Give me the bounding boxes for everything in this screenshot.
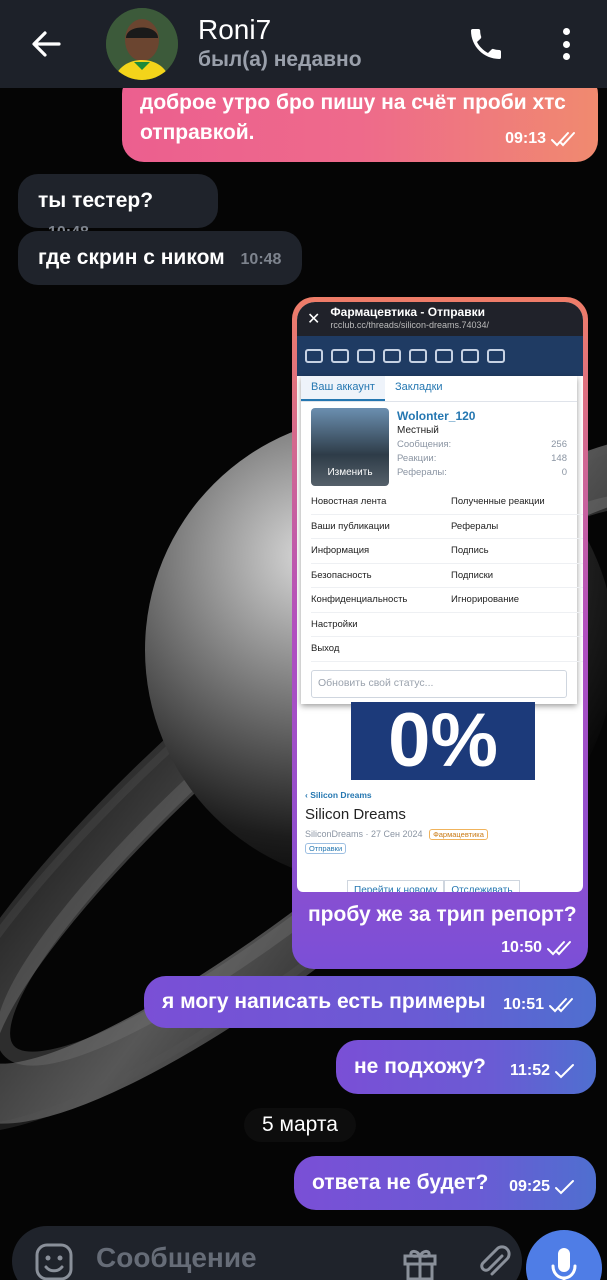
account-icon: [331, 349, 349, 363]
stat-row: Рефералы: 0: [397, 467, 567, 478]
message-text: пробу же за трип репорт?: [308, 903, 577, 926]
wallet-icon: [409, 349, 427, 363]
gift-icon: [403, 1249, 437, 1280]
message-text: не подхожу?: [354, 1055, 486, 1078]
screenshot-browser-bar: ✕ Фармацевтика - Отправки rcclub.cc/thre…: [297, 302, 583, 336]
thread-title: Silicon Dreams: [305, 806, 406, 823]
message-incoming[interactable]: ты тестер? 10:48: [18, 174, 218, 241]
message-outgoing[interactable]: ответа не будет? 09:25: [294, 1156, 596, 1210]
back-arrow-icon: [32, 31, 61, 57]
user-rank: Местный: [397, 425, 439, 436]
check-icon: [555, 1064, 574, 1079]
message-input[interactable]: Сообщение: [96, 1242, 257, 1274]
more-vertical-icon: [562, 28, 570, 35]
prefix-tag: Отправки: [305, 843, 347, 854]
emoji-button[interactable]: [34, 1242, 74, 1280]
phone-icon: [471, 29, 501, 59]
breadcrumb: ‹ Silicon Dreams: [305, 790, 372, 800]
message-time: 09:13: [505, 130, 546, 147]
date-separator: 5 марта: [244, 1108, 356, 1142]
stat-row: Реакции: 148: [397, 453, 567, 464]
message-text: я могу написать есть примеры: [162, 990, 486, 1013]
avatar[interactable]: [106, 8, 178, 80]
mail-icon: [357, 349, 375, 363]
screenshot-page-title: Фармацевтика - Отправки: [330, 305, 485, 319]
check-icon: [555, 1180, 574, 1195]
tab-bookmarks: Закладки: [394, 381, 443, 393]
thread-header: ‹ Silicon Dreams Silicon Dreams SiliconD…: [305, 790, 575, 854]
message-incoming[interactable]: где скрин с ником 10:48: [18, 231, 302, 285]
thread-buttons: Перейти к новому Отслеживать: [347, 880, 520, 892]
last-seen-status: был(а) недавно: [198, 48, 362, 71]
status-update-input: Обновить свой статус...: [311, 669, 567, 698]
bell-icon: [383, 349, 401, 363]
screenshot-url: rcclub.cc/threads/silicon-dreams.74034/: [330, 320, 489, 330]
attach-button[interactable]: [474, 1242, 514, 1280]
chat-header: Roni7 был(а) недавно: [0, 0, 607, 88]
message-time: 11:52: [509, 1062, 550, 1079]
double-check-icon: [551, 132, 575, 147]
message-text: ответа не будет?: [312, 1171, 489, 1194]
microphone-icon: [551, 1248, 577, 1280]
message-time: 10:50: [501, 939, 542, 956]
menu-icon: [305, 349, 323, 363]
message-composer: Сообщение: [12, 1226, 522, 1280]
category-tag: Фармацевтика: [429, 829, 488, 840]
promo-banner: 0%: [351, 702, 535, 780]
search-icon: [487, 349, 505, 363]
message-time: 09:25: [509, 1178, 550, 1195]
double-check-icon: [549, 998, 573, 1013]
message-outgoing[interactable]: не подхожу? 11:52: [336, 1040, 596, 1094]
double-check-icon: [547, 941, 571, 956]
message-time: 10:48: [240, 251, 282, 268]
thread-meta: SiliconDreams · 27 Сен 2024 Фармацевтика…: [305, 829, 575, 854]
emoji-icon: [35, 1243, 73, 1280]
message-outgoing[interactable]: я могу написать есть примеры 10:51: [144, 976, 596, 1028]
message-text: где скрин с ником: [38, 246, 225, 269]
call-button[interactable]: [466, 24, 506, 64]
gift-button[interactable]: [400, 1242, 440, 1280]
message-time: 10:51: [503, 996, 544, 1013]
attached-screenshot[interactable]: ✕ Фармацевтика - Отправки rcclub.cc/thre…: [297, 302, 583, 892]
username: Wolonter_120: [397, 409, 476, 423]
account-dropdown: Ваш аккаунт Закладки Изменить Wolonter_1…: [301, 376, 583, 704]
stat-row: Сообщения: 256: [397, 439, 567, 450]
profile-avatar: Изменить: [311, 408, 389, 486]
bolt-icon: [435, 349, 453, 363]
message-outgoing-with-image[interactable]: ✕ Фармацевтика - Отправки rcclub.cc/thre…: [292, 297, 588, 969]
paperclip-icon: [480, 1245, 511, 1276]
account-links: Новостная лента Полученные реакции Ваши п…: [301, 490, 583, 662]
more-options-button[interactable]: [552, 22, 580, 66]
message-text: ты тестер?: [38, 189, 154, 212]
chat-icon: [461, 349, 479, 363]
tab-account: Ваш аккаунт: [301, 376, 385, 401]
close-icon: ✕: [307, 311, 321, 328]
screenshot-forum-nav: [297, 336, 583, 376]
back-button[interactable]: [16, 0, 76, 88]
contact-name[interactable]: Roni7: [198, 14, 362, 46]
